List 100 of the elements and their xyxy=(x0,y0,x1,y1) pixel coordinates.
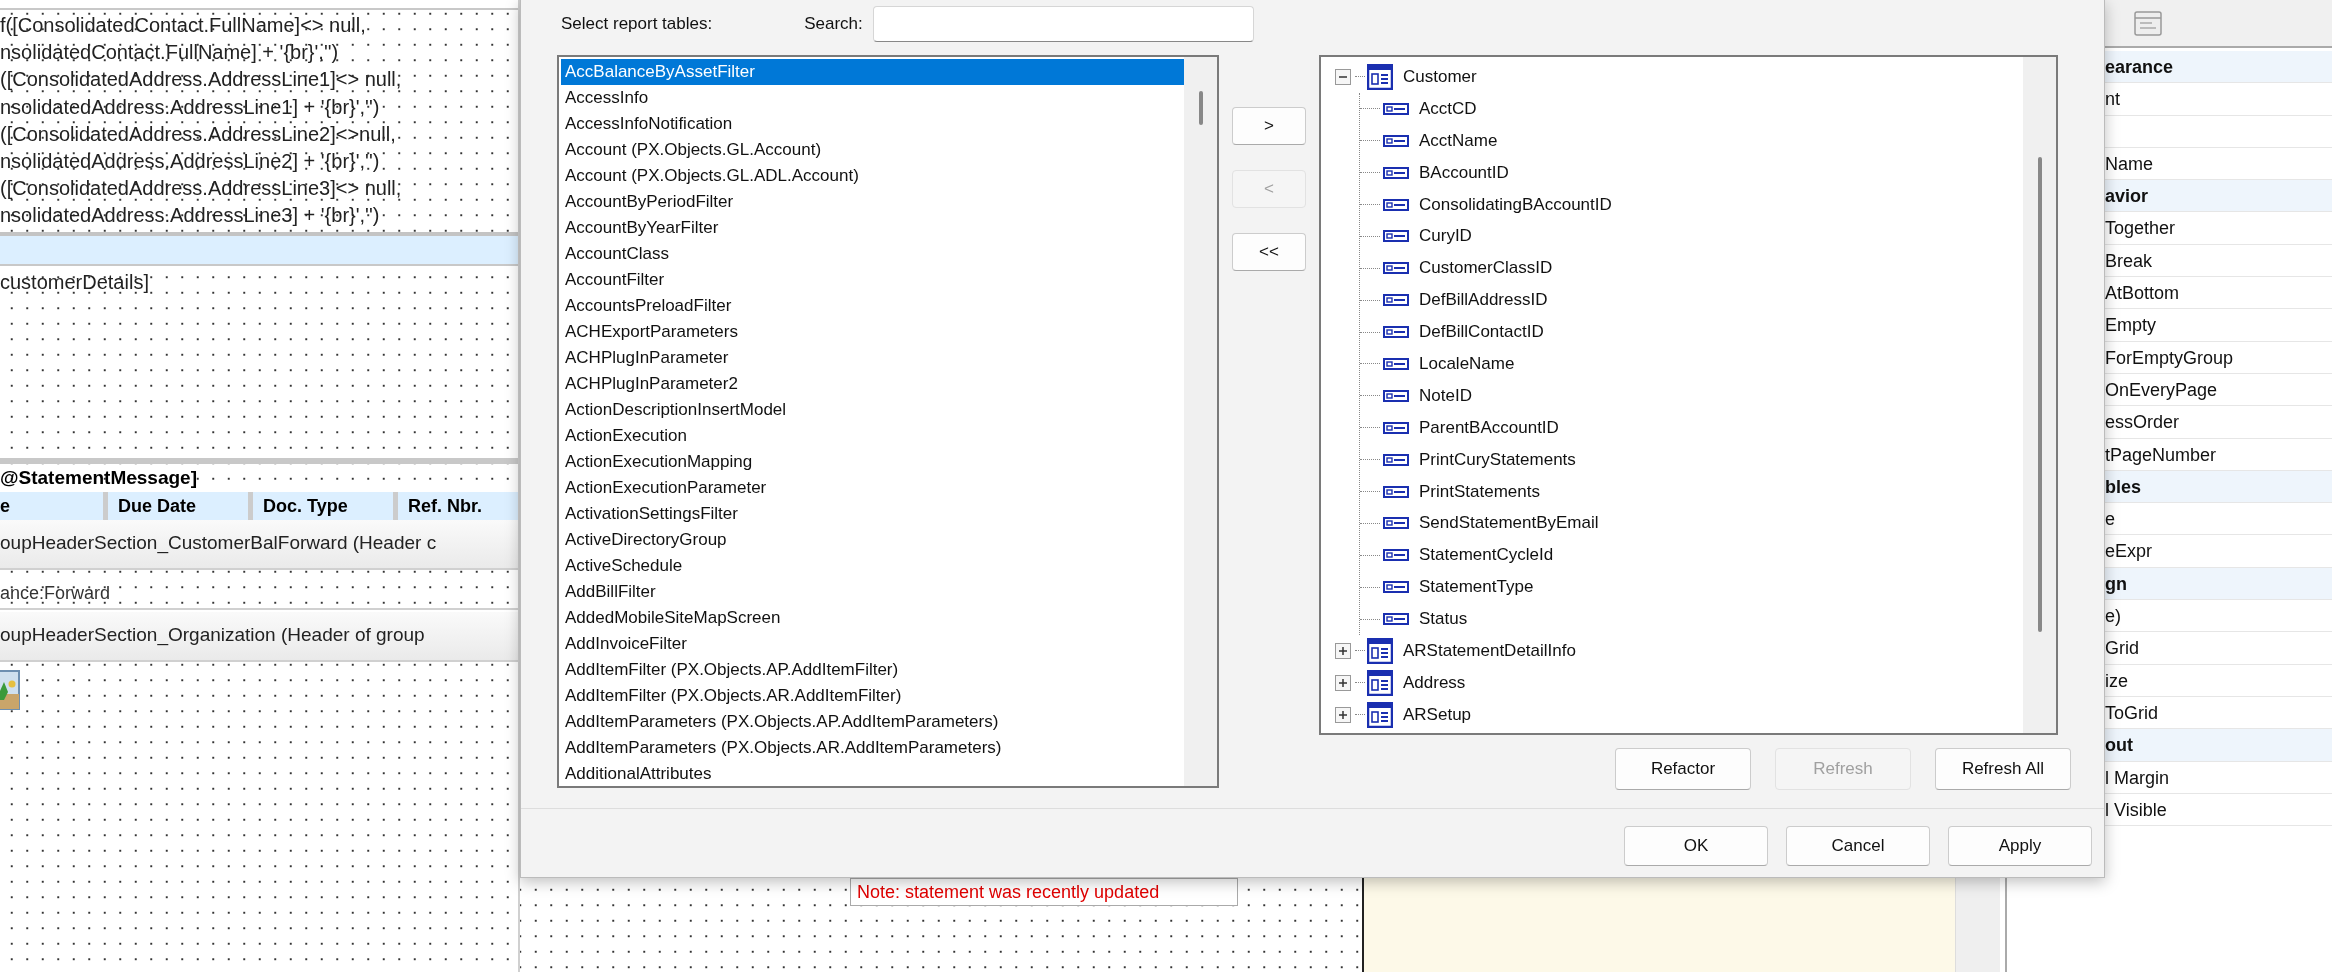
property-name[interactable]: OnEveryPage xyxy=(2105,373,2332,407)
tree-item[interactable]: CustomerClassID xyxy=(1419,258,1553,279)
property-name[interactable]: nt xyxy=(2105,83,2332,116)
property-name[interactable]: ForEmptyGroup xyxy=(2105,341,2332,374)
scrollbar[interactable] xyxy=(2037,157,2042,632)
list-item[interactable]: AddItemFilter (PX.Objects.AR.AddItemFilter) xyxy=(561,683,1184,709)
table-list[interactable] xyxy=(557,55,1219,788)
expand-icon[interactable] xyxy=(1335,674,1351,691)
scrollbar[interactable] xyxy=(1198,91,1203,125)
property-name[interactable]: Empty xyxy=(2105,309,2332,342)
property-name[interactable]: e) xyxy=(2105,600,2332,633)
property-name[interactable]: AtBottom xyxy=(2105,277,2332,310)
table-icon xyxy=(1367,63,1393,90)
list-item[interactable]: ActivationSettingsFilter xyxy=(561,501,1184,527)
list-item[interactable]: AccessInfo xyxy=(561,85,1184,111)
tree-item[interactable]: ConsolidatingBAccountID xyxy=(1419,194,1612,215)
property-name[interactable]: Grid xyxy=(2105,632,2332,665)
tree-item[interactable]: DefBillAddressID xyxy=(1419,290,1548,311)
tree-item[interactable]: StatementCycleId xyxy=(1419,545,1554,566)
table-icon xyxy=(1367,637,1393,664)
property-name[interactable]: essOrder xyxy=(2105,406,2332,439)
field-text: customerDetails] xyxy=(0,270,150,295)
field-icon xyxy=(1383,581,1409,594)
category-header[interactable]: avior xyxy=(2105,180,2332,213)
list-item[interactable]: ActionExecution xyxy=(561,423,1184,449)
tree-item[interactable]: ParentBAccountID xyxy=(1419,417,1559,438)
list-item[interactable]: AddItemParameters (PX.Objects.AR.AddItemParameters) xyxy=(561,735,1184,761)
list-item[interactable]: Account (PX.Objects.GL.Account) xyxy=(561,137,1184,163)
tree-item[interactable]: NoteID xyxy=(1419,385,1472,406)
move-button[interactable]: << xyxy=(1232,233,1306,271)
tree-item[interactable]: CuryID xyxy=(1419,226,1472,247)
list-item[interactable]: AddItemFilter (PX.Objects.AP.AddItemFilter) xyxy=(561,657,1184,683)
list-item[interactable]: AddedMobileSiteMapScreen xyxy=(561,605,1184,631)
expand-icon[interactable] xyxy=(1335,706,1351,723)
property-name[interactable]: l Visible xyxy=(2105,793,2332,827)
list-item[interactable]: AccountByYearFilter xyxy=(561,215,1184,241)
list-item[interactable]: ActiveDirectoryGroup xyxy=(561,527,1184,553)
dialog-button[interactable]: Apply xyxy=(1948,826,2092,866)
move-button[interactable]: > xyxy=(1232,107,1306,145)
tree-item[interactable]: PrintCuryStatements xyxy=(1419,449,1576,470)
tree-item[interactable]: ARSetup xyxy=(1403,704,1472,725)
note-label: Note: statement was recently updated xyxy=(850,878,1238,906)
list-item[interactable]: AccountsPreloadFilter xyxy=(561,293,1184,319)
list-item[interactable]: ACHExportParameters xyxy=(561,319,1184,345)
property-name[interactable]: ize xyxy=(2105,664,2332,697)
list-item[interactable]: AccBalanceByAssetFilter xyxy=(561,59,1184,85)
scrollbar-track[interactable] xyxy=(1955,876,2000,972)
list-item[interactable]: AddItemParameters (PX.Objects.AP.AddItemParameters) xyxy=(561,709,1184,735)
field-icon xyxy=(1383,485,1409,498)
search-field[interactable] xyxy=(872,5,1254,42)
property-name[interactable]: Together xyxy=(2105,212,2332,245)
property-name[interactable]: e xyxy=(2105,503,2332,536)
category-header[interactable]: bles xyxy=(2105,470,2332,504)
tree-item[interactable]: AcctCD xyxy=(1419,98,1477,119)
tree-item[interactable]: StatementType xyxy=(1419,577,1534,598)
list-item[interactable]: AccessInfoNotification xyxy=(561,111,1184,137)
tree-item[interactable]: SendStatementByEmail xyxy=(1419,513,1599,534)
field-icon xyxy=(1383,517,1409,530)
list-item[interactable]: ACHPlugInParameter2 xyxy=(561,371,1184,397)
category-header[interactable]: out xyxy=(2105,729,2332,762)
property-name[interactable]: eExpr xyxy=(2105,535,2332,568)
tree-item[interactable]: DefBillContactID xyxy=(1419,322,1544,343)
list-item[interactable]: ActionExecutionParameter xyxy=(561,475,1184,501)
field-label: Select report tables: xyxy=(561,13,713,34)
list-item[interactable]: ActionDescriptionInsertModel xyxy=(561,397,1184,423)
list-item[interactable]: AdditionalAttributes xyxy=(561,761,1184,786)
tree-item[interactable]: PrintStatements xyxy=(1419,481,1540,502)
column-header: Doc. Type xyxy=(248,492,393,520)
tree-view[interactable] xyxy=(1319,55,2058,735)
list-item[interactable]: ACHPlugInParameter xyxy=(561,345,1184,371)
field-icon xyxy=(1383,294,1409,307)
action-button[interactable]: Refactor xyxy=(1615,748,1751,790)
tree-item[interactable]: Status xyxy=(1419,609,1468,630)
dialog-button[interactable]: Cancel xyxy=(1786,826,1930,866)
category-header[interactable]: earance xyxy=(2105,51,2332,84)
list-item[interactable]: AddBillFilter xyxy=(561,579,1184,605)
property-name[interactable]: tPageNumber xyxy=(2105,438,2332,471)
list-item[interactable]: AddInvoiceFilter xyxy=(561,631,1184,657)
tree-item[interactable]: BAccountID xyxy=(1419,162,1509,183)
list-item[interactable]: ActiveSchedule xyxy=(561,553,1184,579)
property-name[interactable]: Break xyxy=(2105,244,2332,278)
tree-item[interactable]: Address xyxy=(1403,672,1466,693)
tree-item[interactable]: LocaleName xyxy=(1419,353,1515,374)
list-item[interactable]: AccountByPeriodFilter xyxy=(561,189,1184,215)
tree-item[interactable]: AcctName xyxy=(1419,130,1498,151)
action-button[interactable]: Refresh All xyxy=(1935,748,2071,790)
list-item[interactable]: AccountFilter xyxy=(561,267,1184,293)
list-item[interactable]: ActionExecutionMapping xyxy=(561,449,1184,475)
tree-item[interactable]: Customer xyxy=(1403,66,1477,87)
field-icon xyxy=(1383,613,1409,626)
tree-item[interactable]: ARStatementDetailInfo xyxy=(1403,640,1576,661)
field-icon xyxy=(1383,453,1409,466)
property-name[interactable]: l Margin xyxy=(2105,761,2332,794)
field-icon xyxy=(1383,134,1409,147)
expand-icon[interactable] xyxy=(1335,642,1351,659)
list-item[interactable]: AccountClass xyxy=(561,241,1184,267)
category-header[interactable]: gn xyxy=(2105,567,2332,601)
collapse-icon[interactable] xyxy=(1335,68,1351,85)
list-item[interactable]: Account (PX.Objects.GL.ADL.Account) xyxy=(561,163,1184,189)
dialog-button[interactable]: OK xyxy=(1624,826,1768,866)
